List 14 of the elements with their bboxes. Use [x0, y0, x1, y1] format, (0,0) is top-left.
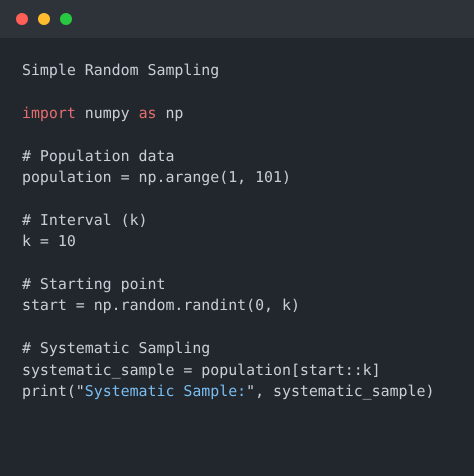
code-line: Simple Random Sampling [22, 60, 220, 81]
window-control-dot[interactable] [38, 13, 50, 25]
window-control-dot[interactable] [60, 13, 72, 25]
code-line: systematic_sample = population[start::k] [22, 360, 381, 381]
code-line: k = 10 [22, 231, 76, 252]
code-line: # Population data [22, 146, 174, 167]
code-line: population = np.arange(1, 101) [22, 167, 291, 188]
window-control-dot[interactable] [16, 13, 28, 25]
code-line: # Interval (k) [22, 210, 148, 231]
code-line: # Starting point [22, 274, 166, 295]
code-line: import numpy as np [22, 102, 184, 124]
code-line: print("Systematic Sample:", systematic_sample) [22, 381, 434, 402]
code-line: start = np.random.randint(0, k) [22, 295, 300, 316]
code-line: # Systematic Sampling [22, 338, 210, 360]
